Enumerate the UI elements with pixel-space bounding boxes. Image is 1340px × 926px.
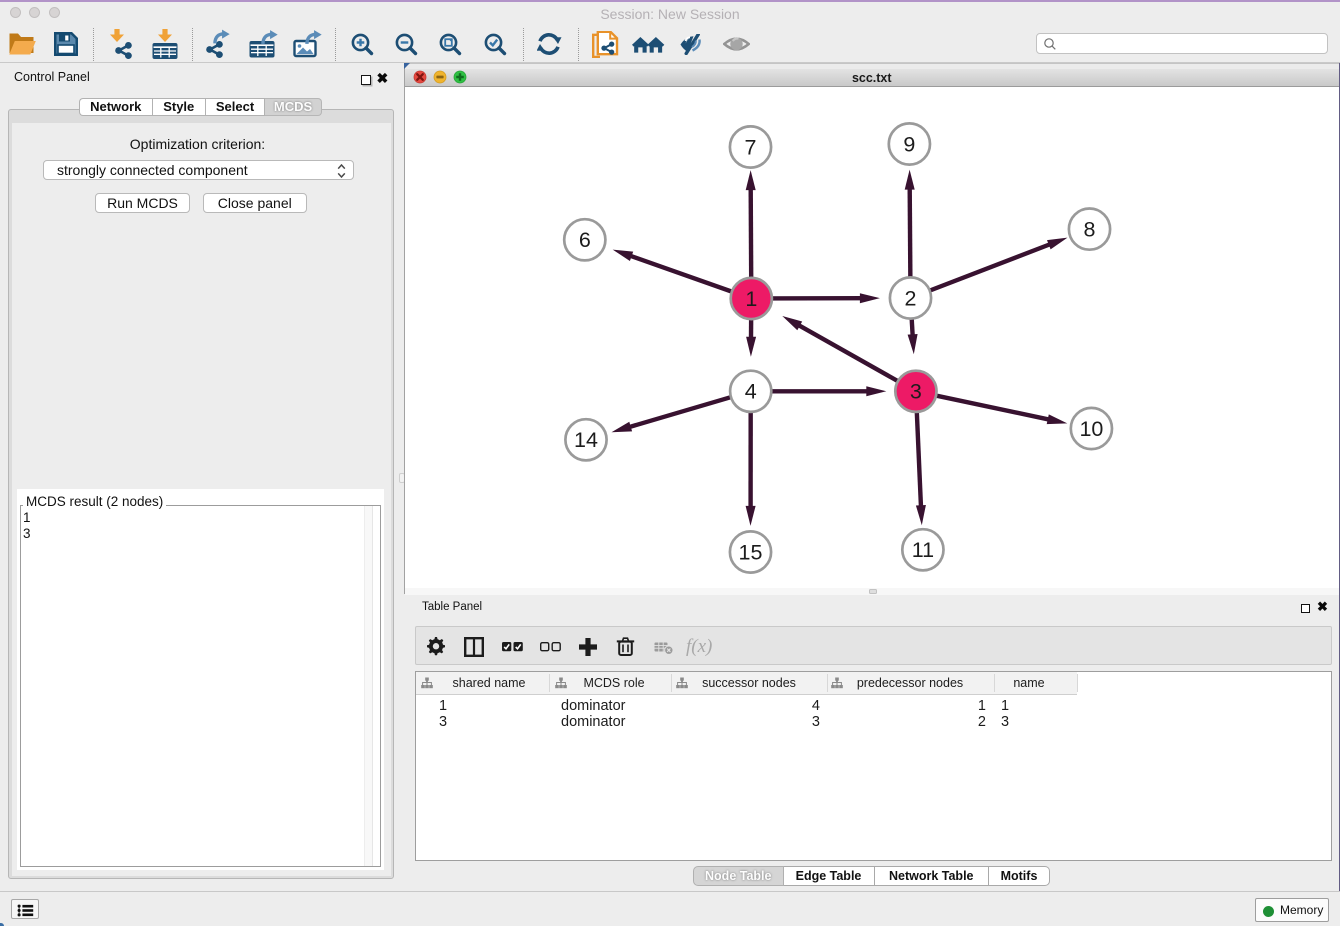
svg-text:8: 8 [1083, 217, 1095, 241]
svg-text:7: 7 [744, 135, 756, 159]
svg-text:9: 9 [903, 132, 915, 156]
svg-text:11: 11 [911, 538, 933, 562]
svg-text:10: 10 [1079, 416, 1103, 440]
svg-text:f(x): f(x) [686, 636, 712, 657]
svg-text:4: 4 [744, 379, 756, 403]
svg-text:3: 3 [909, 379, 921, 403]
svg-text:1: 1 [745, 286, 757, 310]
svg-text:14: 14 [574, 428, 598, 452]
svg-text:2: 2 [904, 286, 916, 310]
svg-text:15: 15 [738, 540, 762, 564]
svg-text:6: 6 [578, 228, 590, 252]
